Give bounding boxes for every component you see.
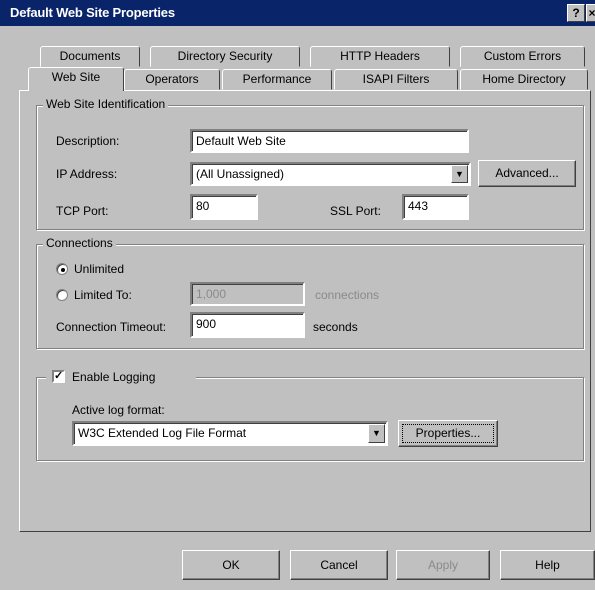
connections-legend: Connections: [43, 236, 116, 250]
tab-documents[interactable]: Documents: [40, 46, 140, 67]
tcp-port-input[interactable]: 80: [190, 194, 258, 220]
chevron-down-icon[interactable]: ▼: [451, 165, 468, 183]
radio-selected-dot: [61, 268, 65, 272]
close-icon[interactable]: ×: [586, 4, 595, 22]
apply-button[interactable]: Apply: [396, 550, 490, 580]
tab-home-directory[interactable]: Home Directory: [460, 69, 588, 90]
identification-legend: Web Site Identification: [43, 97, 169, 111]
ssl-port-input[interactable]: 443: [402, 194, 469, 220]
tab-custom-errors[interactable]: Custom Errors: [460, 46, 585, 67]
window-title: Default Web Site Properties: [10, 5, 175, 20]
properties-button[interactable]: Properties...: [398, 420, 498, 447]
advanced-button[interactable]: Advanced...: [478, 160, 576, 187]
tab-http-headers[interactable]: HTTP Headers: [310, 46, 450, 67]
limited-to-radio[interactable]: [56, 289, 68, 301]
description-input[interactable]: Default Web Site: [190, 129, 469, 153]
tcp-port-label: TCP Port:: [56, 204, 109, 218]
ssl-port-label: SSL Port:: [330, 204, 381, 218]
tab-performance[interactable]: Performance: [222, 69, 332, 90]
logging-group: [36, 377, 584, 461]
ip-address-label: IP Address:: [56, 167, 118, 181]
help-dialog-button[interactable]: Help: [500, 550, 595, 580]
description-label: Description:: [56, 134, 120, 148]
ok-button[interactable]: OK: [182, 550, 280, 580]
connection-timeout-input[interactable]: 900: [190, 312, 305, 338]
limited-to-input[interactable]: 1,000: [190, 282, 305, 306]
log-format-select[interactable]: W3C Extended Log File Format: [72, 421, 388, 446]
limited-to-label[interactable]: Limited To:: [74, 288, 132, 302]
connections-units-label: connections: [315, 288, 380, 302]
enable-logging-checkbox[interactable]: ✓: [52, 370, 65, 383]
tab-directory-security[interactable]: Directory Security: [150, 46, 300, 67]
log-format-label: Active log format:: [72, 403, 165, 417]
tab-isapi-filters[interactable]: ISAPI Filters: [334, 69, 458, 90]
connection-timeout-label: Connection Timeout:: [56, 320, 167, 334]
help-button[interactable]: ?: [567, 4, 585, 22]
ip-address-select[interactable]: (All Unassigned): [190, 162, 471, 186]
tab-operators[interactable]: Operators: [124, 69, 220, 90]
tab-web-site[interactable]: Web Site: [28, 67, 124, 91]
cancel-button[interactable]: Cancel: [290, 550, 388, 580]
chevron-down-icon[interactable]: ▼: [368, 424, 385, 443]
enable-logging-label[interactable]: Enable Logging: [72, 370, 155, 384]
seconds-units-label: seconds: [313, 320, 358, 334]
unlimited-label[interactable]: Unlimited: [74, 262, 124, 276]
unlimited-radio[interactable]: [56, 263, 68, 275]
